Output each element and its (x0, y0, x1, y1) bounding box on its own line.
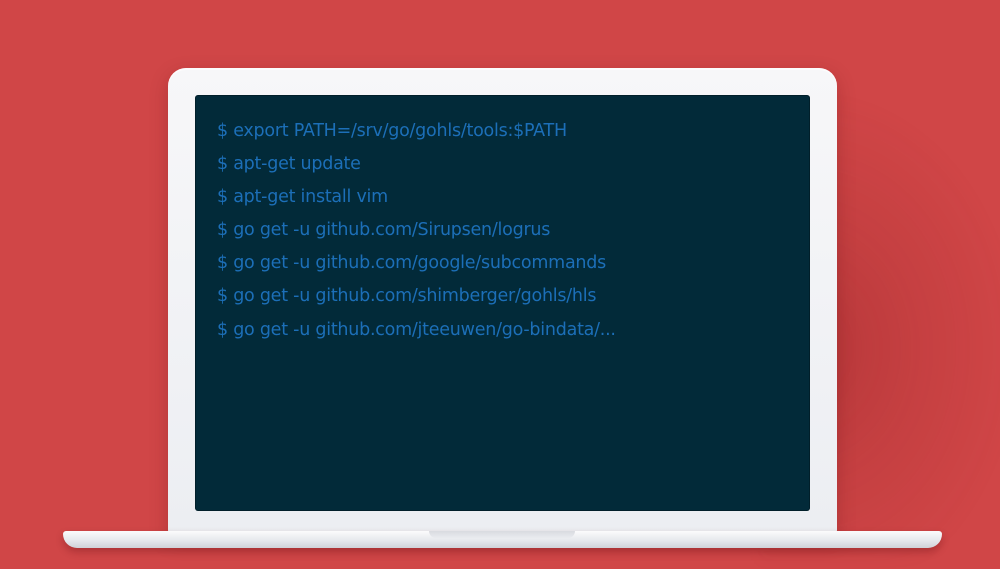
terminal-screen: $ export PATH=/srv/go/gohls/tools:$PATH … (195, 95, 810, 511)
terminal-line: $ export PATH=/srv/go/gohls/tools:$PATH (217, 121, 567, 141)
terminal-line: $ go get -u github.com/Sirupsen/logrus (217, 220, 551, 241)
terminal-line: $ go get -u github.com/jteeuwen/go-binda… (217, 319, 616, 340)
laptop-base (63, 531, 942, 548)
terminal-line: $ go get -u github.com/shimberger/gohls/… (217, 286, 597, 307)
laptop-lid: $ export PATH=/srv/go/gohls/tools:$PATH … (168, 68, 837, 536)
terminal-line: $ apt-get install vim (217, 187, 388, 208)
terminal-output: $ export PATH=/srv/go/gohls/tools:$PATH … (217, 115, 616, 347)
terminal-line: $ go get -u github.com/google/subcommand… (217, 253, 606, 274)
laptop-base-notch (429, 531, 575, 538)
terminal-line: $ apt-get update (217, 154, 361, 175)
